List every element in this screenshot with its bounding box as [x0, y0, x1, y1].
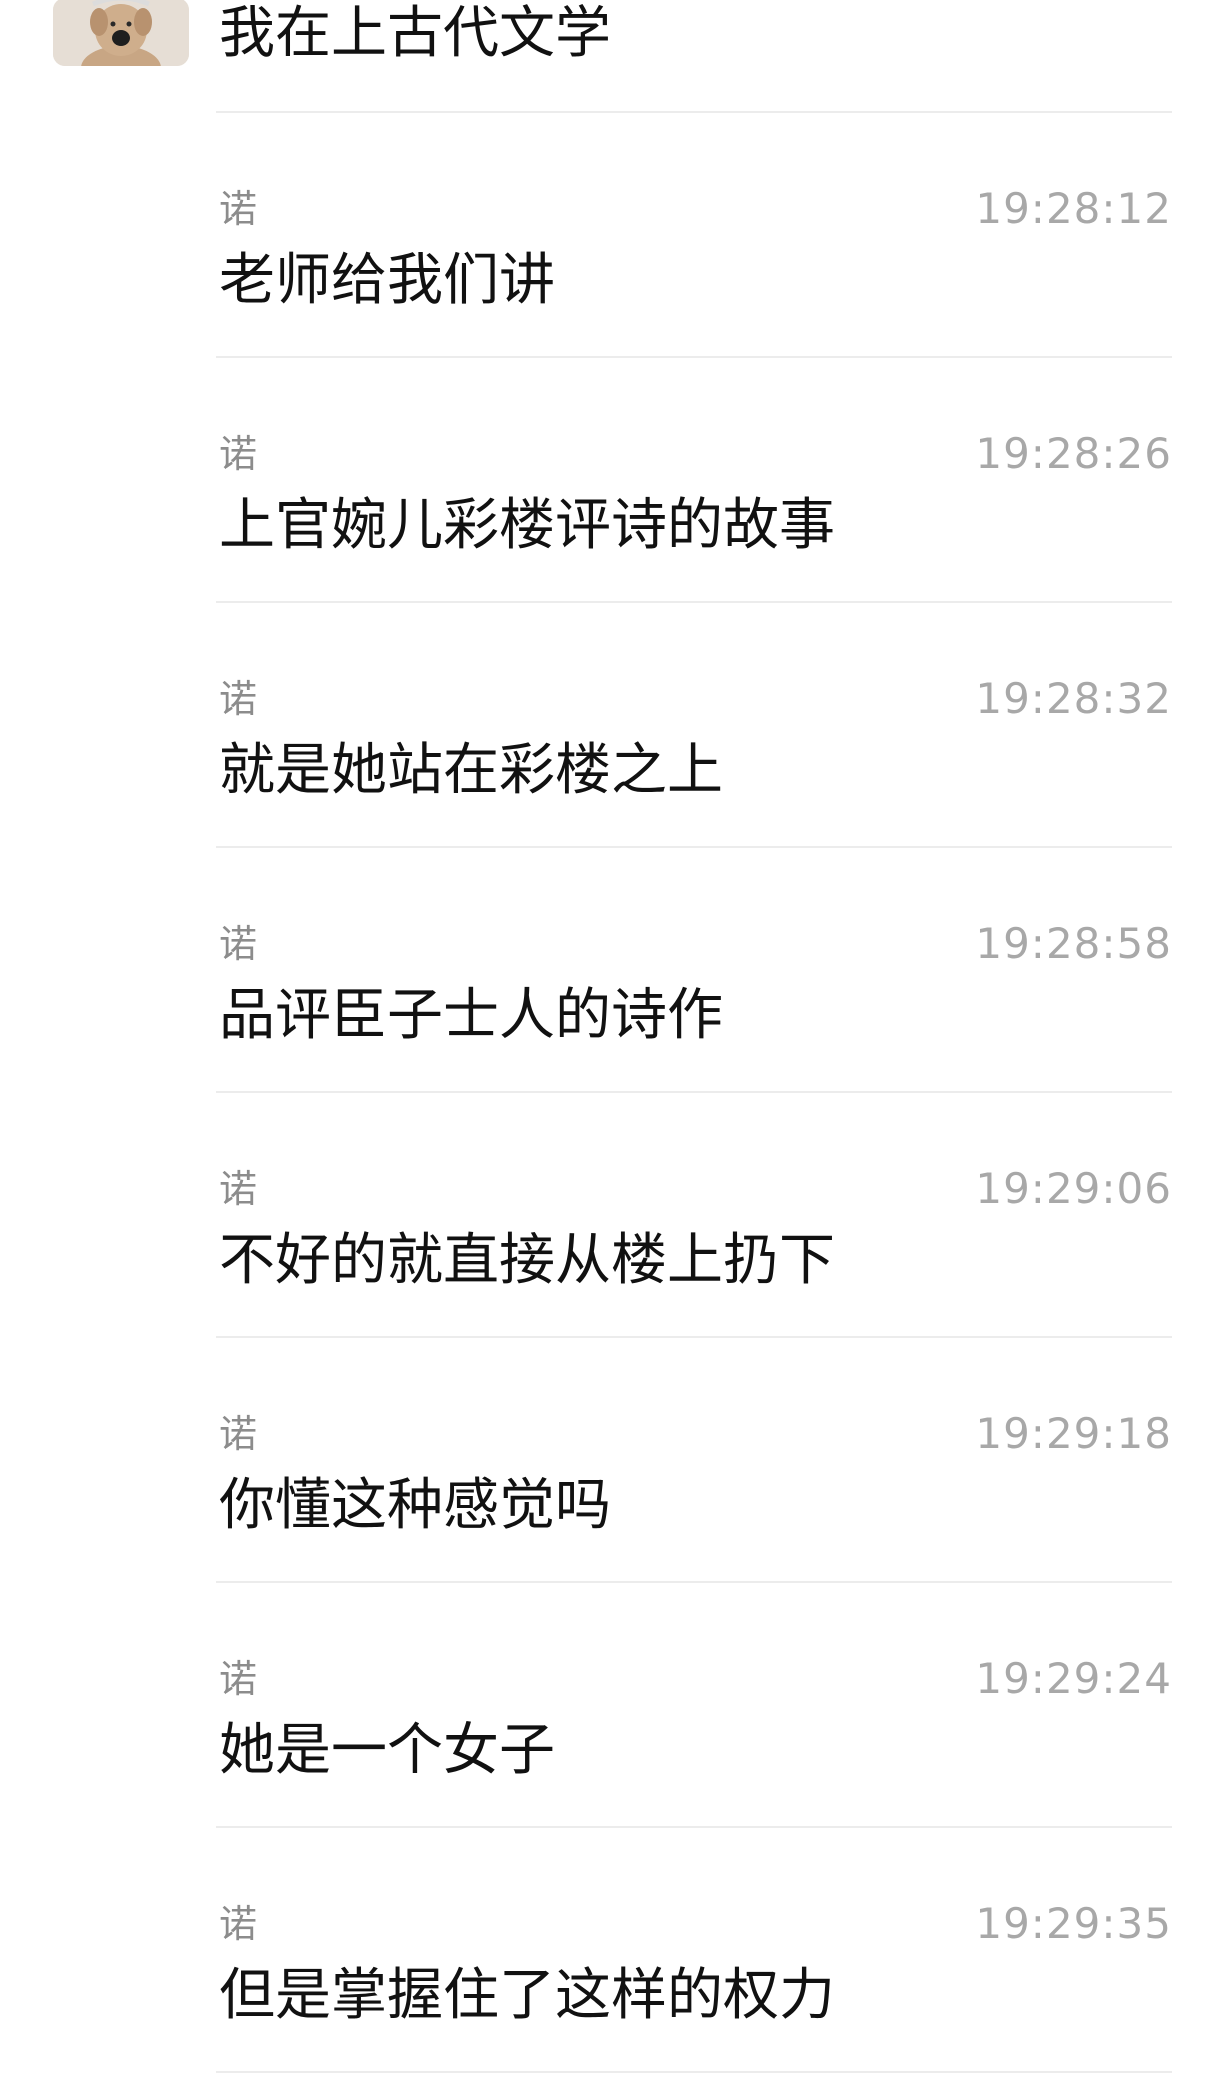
message-text: 上官婉儿彩楼评诗的故事	[219, 493, 835, 558]
message-text: 你懂这种感觉吗	[219, 1473, 611, 1538]
message-item[interactable]: 诺 19:28:58 品评臣子士人的诗作	[0, 862, 1222, 1107]
message-text: 不好的就直接从楼上扔下	[219, 1228, 835, 1293]
message-item[interactable]: 诺 19:29:24 她是一个女子	[0, 1597, 1222, 1842]
divider	[216, 846, 1172, 848]
message-text: 老师给我们讲	[219, 248, 555, 313]
message-item[interactable]: 诺 19:29:18 你懂这种感觉吗	[0, 1352, 1222, 1597]
message-text: 她是一个女子	[219, 1718, 555, 1783]
sender-name: 诺	[219, 1657, 258, 1701]
message-text[interactable]: 我在上古代文学	[219, 0, 611, 68]
divider	[216, 2071, 1172, 2073]
avatar[interactable]	[53, 0, 189, 66]
message-time: 19:28:26	[975, 429, 1172, 478]
message-item[interactable]: 诺 19:28:32 就是她站在彩楼之上	[0, 617, 1222, 862]
message-time: 19:29:18	[975, 1409, 1172, 1458]
sender-name: 诺	[219, 922, 258, 966]
sender-name: 诺	[219, 1902, 258, 1946]
divider	[216, 1581, 1172, 1583]
message-time: 19:28:12	[975, 184, 1172, 233]
sender-name: 诺	[219, 1167, 258, 1211]
message-item[interactable]: 诺 19:28:12 老师给我们讲	[0, 127, 1222, 372]
divider	[216, 111, 1172, 113]
divider	[216, 601, 1172, 603]
divider	[216, 356, 1172, 358]
message-time: 19:29:24	[975, 1654, 1172, 1703]
message-item[interactable]: 诺 19:29:06 不好的就直接从楼上扔下	[0, 1107, 1222, 1352]
sender-name: 诺	[219, 677, 258, 721]
divider	[216, 1336, 1172, 1338]
message-time: 19:28:58	[975, 919, 1172, 968]
message-time: 19:29:06	[975, 1164, 1172, 1213]
message-text: 品评臣子士人的诗作	[219, 983, 723, 1048]
message-time: 19:29:35	[975, 1899, 1172, 1948]
chat-history-list: 我在上古代文学 诺 19:28:12 老师给我们讲 诺 19:28:26 上官婉…	[0, 0, 1222, 2076]
message-text: 但是掌握住了这样的权力	[219, 1963, 835, 2028]
message-item[interactable]: 诺 19:28:26 上官婉儿彩楼评诗的故事	[0, 372, 1222, 617]
divider	[216, 1826, 1172, 1828]
message-text: 就是她站在彩楼之上	[219, 738, 723, 803]
sender-name: 诺	[219, 1412, 258, 1456]
sender-name: 诺	[219, 187, 258, 231]
sender-name: 诺	[219, 432, 258, 476]
dog-avatar-icon	[53, 0, 189, 66]
divider	[216, 1091, 1172, 1093]
message-time: 19:28:32	[975, 674, 1172, 723]
message-item[interactable]: 诺 19:29:35 但是掌握住了这样的权力	[0, 1842, 1222, 2087]
